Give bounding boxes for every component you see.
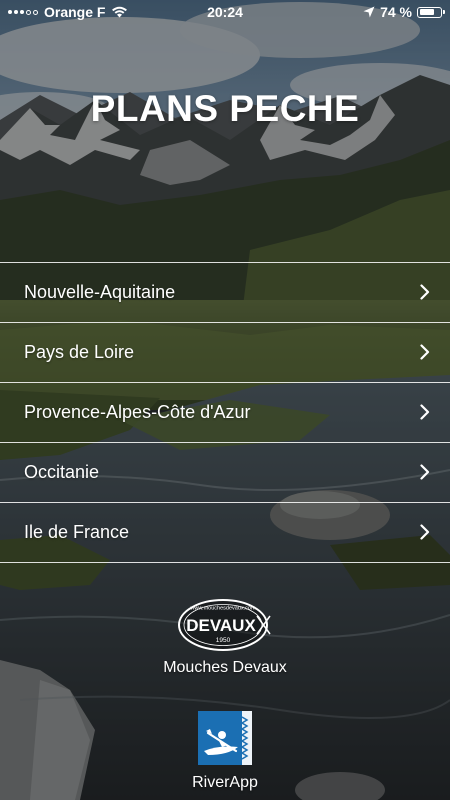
kayak-icon: [198, 711, 252, 765]
devaux-logo-year: 1950: [216, 637, 231, 644]
region-row-provence-alpes-cote-dazur[interactable]: Provence-Alpes-Côte d'Azur: [0, 383, 450, 443]
region-label: Pays de Loire: [24, 342, 135, 362]
region-row-ile-de-france[interactable]: Ile de France: [0, 503, 450, 563]
riverapp-partner-link[interactable]: RiverApp: [0, 711, 450, 792]
chevron-right-icon: [420, 404, 430, 420]
battery-percentage: 74 %: [380, 4, 412, 20]
region-label: Provence-Alpes-Côte d'Azur: [24, 402, 251, 422]
devaux-logo: www.mouchesdevaux.com DEVAUX 1950: [178, 599, 271, 651]
region-list: Nouvelle-Aquitaine Pays de Loire Provenc…: [0, 262, 450, 563]
devaux-logo-wordmark: DEVAUX: [186, 616, 256, 635]
region-label: Nouvelle-Aquitaine: [24, 282, 176, 302]
battery-icon: [417, 6, 445, 18]
region-row-nouvelle-aquitaine[interactable]: Nouvelle-Aquitaine: [0, 263, 450, 323]
status-bar: Orange F 20:24 74 %: [0, 0, 450, 26]
page-title: PLANS PECHE: [90, 88, 360, 129]
chevron-right-icon: [420, 284, 430, 300]
location-arrow-icon: [363, 6, 375, 18]
region-label: Ile de France: [24, 522, 130, 542]
region-row-pays-de-loire[interactable]: Pays de Loire: [0, 323, 450, 383]
chevron-right-icon: [420, 524, 430, 540]
devaux-partner-link[interactable]: www.mouchesdevaux.com DEVAUX 1950 Mouche…: [0, 596, 450, 677]
status-right: 74 %: [363, 4, 445, 20]
devaux-logo-url: www.mouchesdevaux.com: [189, 606, 256, 612]
region-label: Occitanie: [24, 462, 100, 482]
riverapp-label: RiverApp: [192, 774, 258, 791]
devaux-label: Mouches Devaux: [163, 659, 287, 676]
region-row-occitanie[interactable]: Occitanie: [0, 443, 450, 503]
chevron-right-icon: [420, 464, 430, 480]
chevron-right-icon: [420, 344, 430, 360]
